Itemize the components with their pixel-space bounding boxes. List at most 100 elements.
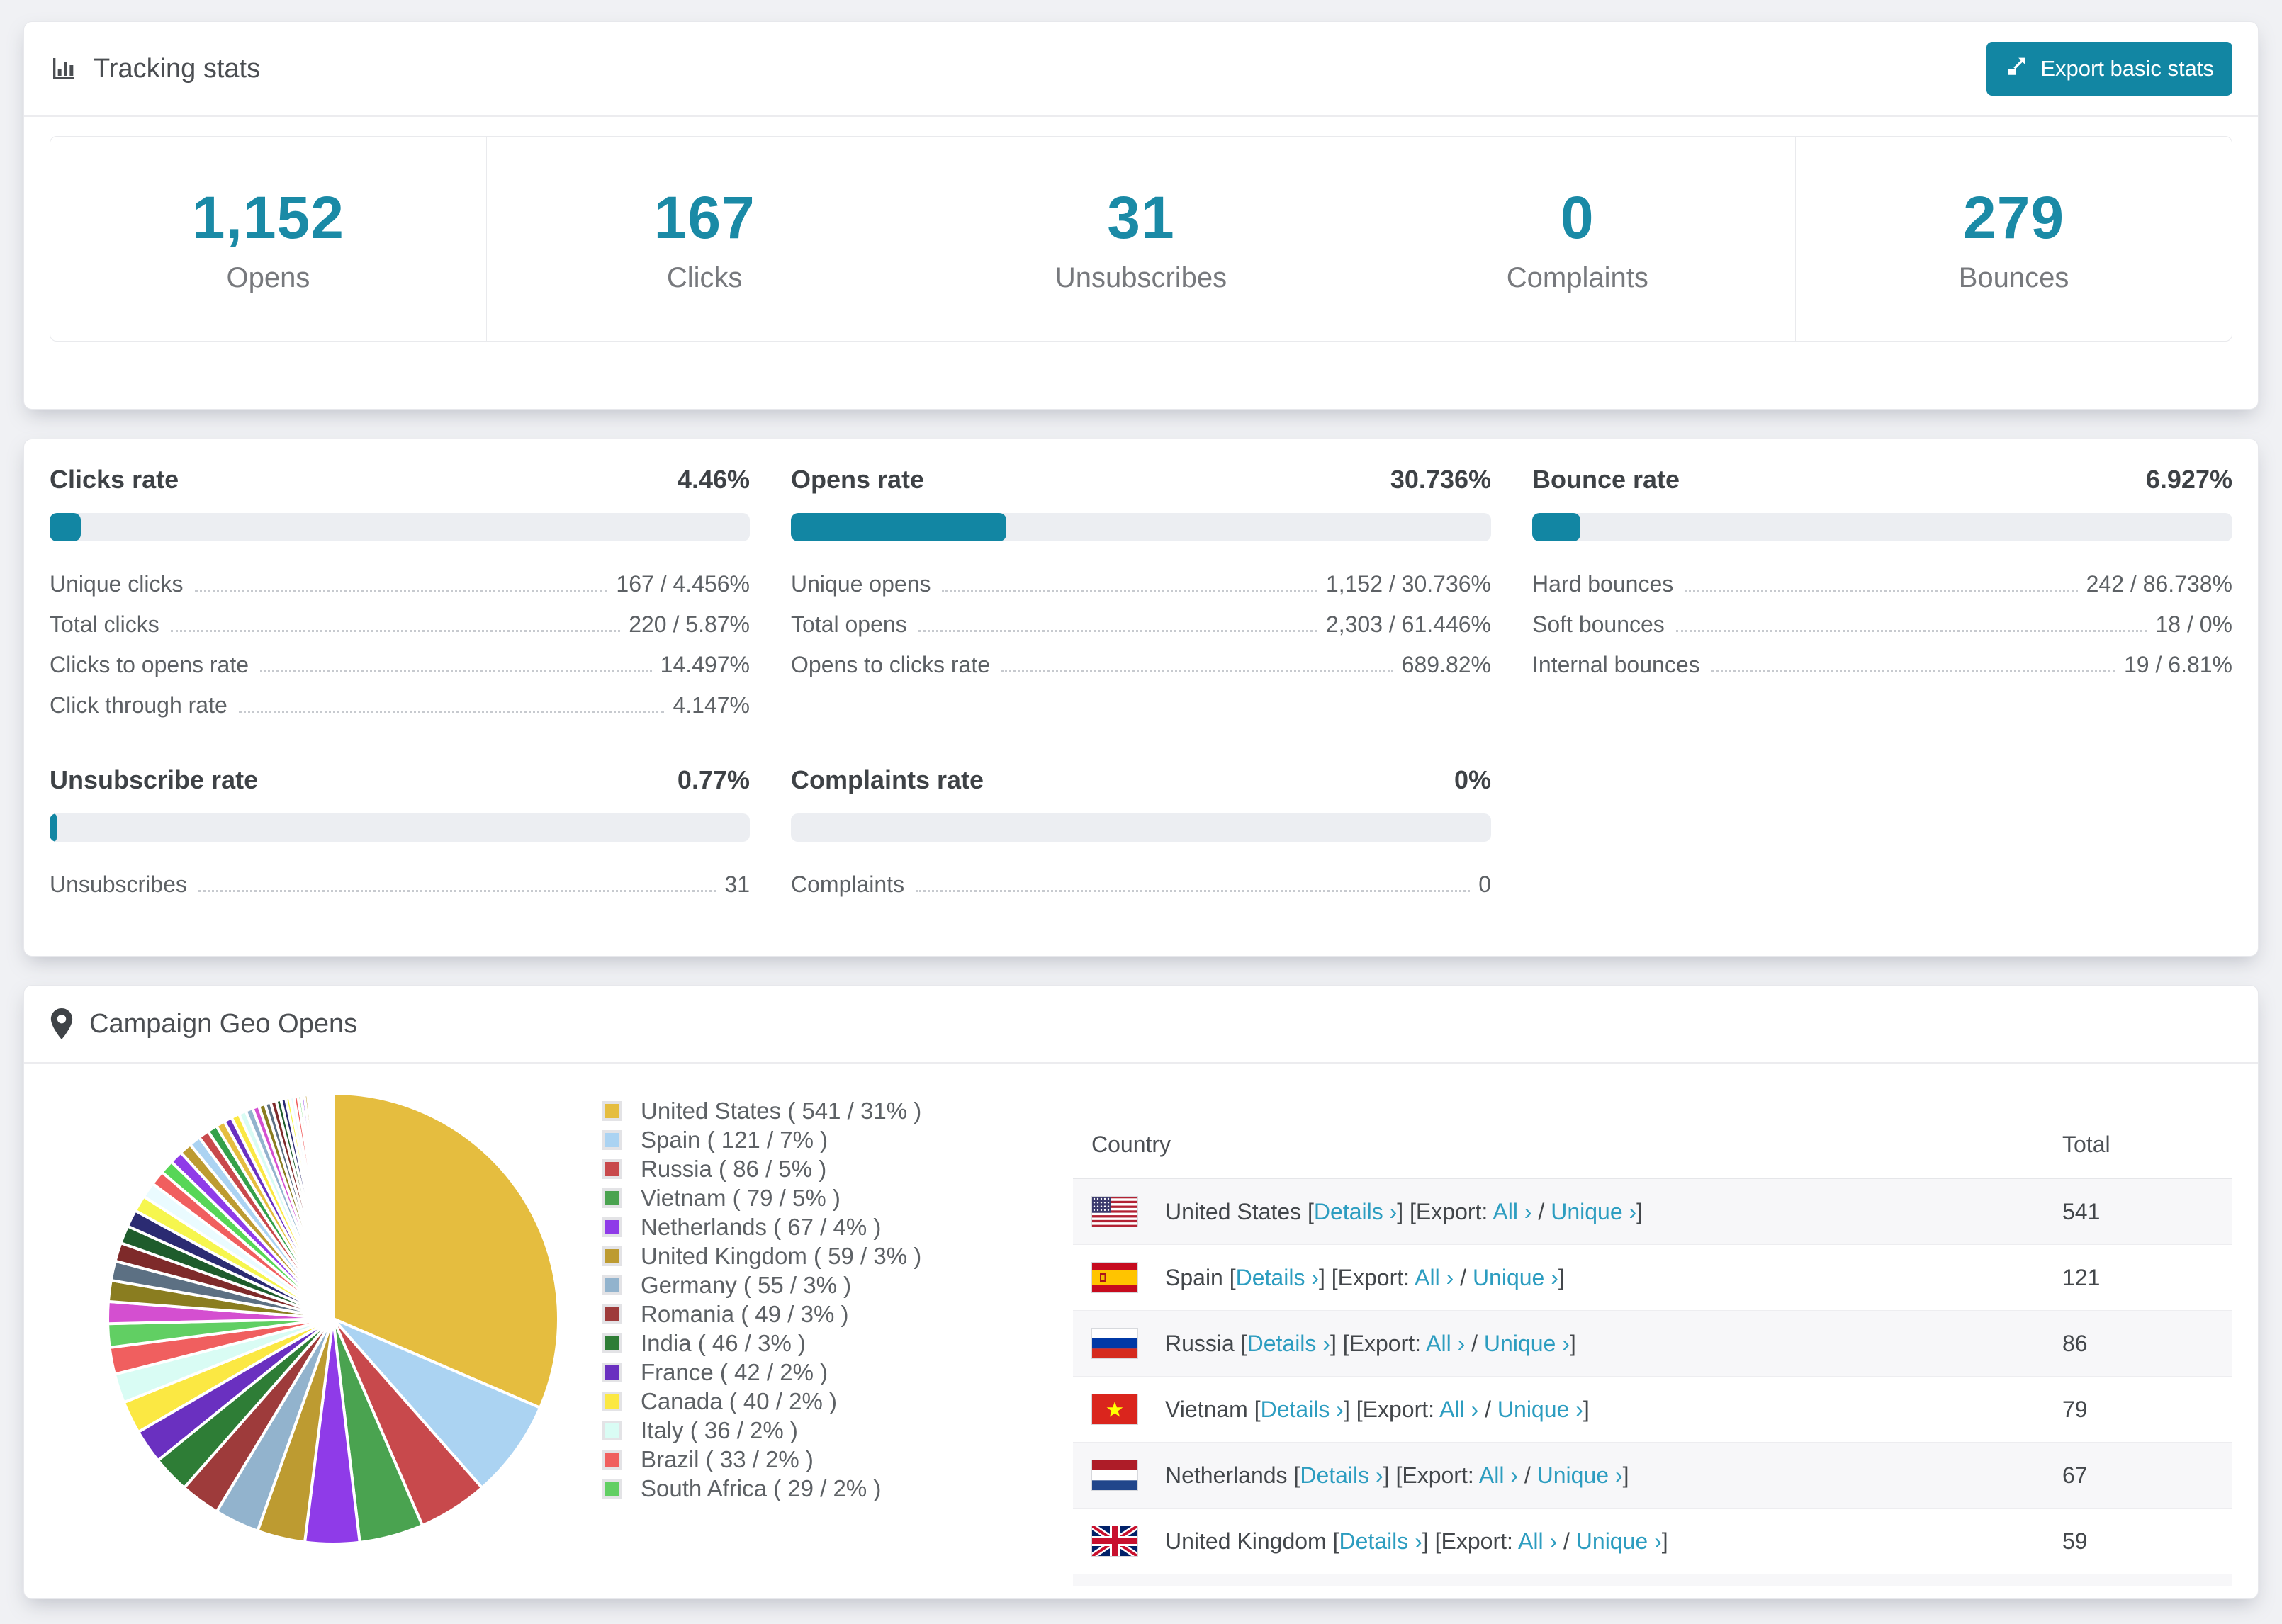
export-unique-link[interactable]: Unique › bbox=[1484, 1331, 1570, 1356]
legend-label: United States ( 541 / 31% ) bbox=[641, 1097, 922, 1124]
rate-head: Complaints rate 0% bbox=[791, 765, 1491, 795]
us-flag-icon bbox=[1091, 1196, 1138, 1227]
rate-detail-row: Unique opens 1,152 / 30.736% bbox=[791, 571, 1491, 611]
rate-detail-row: Unique clicks 167 / 4.456% bbox=[50, 571, 750, 611]
rate-detail-row: Total clicks 220 / 5.87% bbox=[50, 611, 750, 652]
stat-label: Unsubscribes bbox=[1055, 262, 1227, 293]
stat-card-bounces: 279 Bounces bbox=[1796, 137, 2232, 341]
export-all-link[interactable]: All › bbox=[1493, 1199, 1531, 1224]
rate-value: 30.736% bbox=[1390, 465, 1491, 494]
export-all-link[interactable]: All › bbox=[1415, 1265, 1454, 1290]
geo-row-text: Spain [Details ›] [Export: All › / Uniqu… bbox=[1165, 1264, 1565, 1290]
export-all-link[interactable]: All › bbox=[1479, 1462, 1518, 1488]
rate-detail-value: 0 bbox=[1478, 872, 1491, 897]
rate-title: Bounce rate bbox=[1532, 465, 1680, 494]
legend-label: Spain ( 121 / 7% ) bbox=[641, 1126, 828, 1153]
geo-pie-wrap bbox=[64, 1078, 602, 1586]
stat-cards-row: 1,152 Opens 167 Clicks 31 Unsubscribes 0 Compla… bbox=[50, 136, 2232, 342]
rate-block-complaints-rate: Complaints rate 0% Complaints 0 bbox=[791, 765, 1491, 912]
legend-item: Netherlands ( 67 / 4% ) bbox=[602, 1212, 1070, 1241]
rates-panel: Clicks rate 4.46% Unique clicks 167 / 4.456… bbox=[23, 439, 2259, 957]
dotted-leader bbox=[916, 890, 1471, 892]
geo-table-row-vn: Vietnam [Details ›] [Export: All › / Uni… bbox=[1073, 1377, 2232, 1443]
legend-label: Romania ( 49 / 3% ) bbox=[641, 1300, 849, 1327]
rate-progress-fill bbox=[1532, 513, 1581, 541]
legend-swatch bbox=[602, 1449, 622, 1470]
stat-value: 1,152 bbox=[191, 184, 344, 251]
legend-swatch bbox=[602, 1100, 622, 1121]
stat-card-clicks: 167 Clicks bbox=[487, 137, 923, 341]
dotted-leader bbox=[918, 630, 1317, 632]
export-basic-stats-button[interactable]: Export basic stats bbox=[1986, 42, 2232, 96]
geo-country-name: United Kingdom bbox=[1165, 1528, 1327, 1554]
legend-swatch bbox=[602, 1420, 622, 1440]
export-unique-link[interactable]: Unique › bbox=[1473, 1265, 1558, 1290]
rate-detail-label: Unsubscribes bbox=[50, 872, 187, 897]
export-unique-link[interactable]: Unique › bbox=[1576, 1528, 1662, 1554]
legend-label: Italy ( 36 / 2% ) bbox=[641, 1416, 798, 1443]
geo-country-name: Spain bbox=[1165, 1264, 1223, 1290]
rate-value: 0% bbox=[1454, 765, 1491, 794]
stat-label: Bounces bbox=[1958, 262, 2069, 293]
export-unique-link[interactable]: Unique › bbox=[1551, 1199, 1636, 1224]
geo-table-row-us: United States [Details ›] [Export: All ›… bbox=[1073, 1179, 2232, 1245]
details-link[interactable]: Details › bbox=[1339, 1528, 1422, 1554]
rate-detail-label: Total opens bbox=[791, 611, 907, 637]
details-link[interactable]: Details › bbox=[1261, 1397, 1344, 1422]
geo-pie-chart[interactable] bbox=[92, 1078, 574, 1560]
legend-item: Spain ( 121 / 7% ) bbox=[602, 1125, 1070, 1154]
geo-row-text: Netherlands [Details ›] [Export: All › /… bbox=[1165, 1462, 1629, 1488]
export-unique-link[interactable]: Unique › bbox=[1537, 1462, 1623, 1488]
vn-flag-icon bbox=[1091, 1394, 1138, 1425]
rate-detail-value: 242 / 86.738% bbox=[2086, 571, 2232, 597]
gb-flag-icon bbox=[1091, 1526, 1138, 1557]
dotted-leader bbox=[1001, 670, 1393, 672]
rate-detail-value: 14.497% bbox=[660, 652, 750, 677]
rate-detail-row: Soft bounces 18 / 0% bbox=[1532, 611, 2232, 652]
geo-table-row-ru: Russia [Details ›] [Export: All › / Uniq… bbox=[1073, 1311, 2232, 1377]
rate-block-clicks-rate: Clicks rate 4.46% Unique clicks 167 / 4.456… bbox=[50, 465, 750, 733]
map-pin-icon bbox=[50, 1008, 74, 1039]
geo-row-total: 121 bbox=[2062, 1264, 2101, 1290]
rate-block-unsubscribe-rate: Unsubscribe rate 0.77% Unsubscribes 31 bbox=[50, 765, 750, 912]
export-all-link[interactable]: All › bbox=[1439, 1397, 1478, 1422]
rate-detail-value: 2,303 / 61.446% bbox=[1325, 611, 1491, 637]
details-link[interactable]: Details › bbox=[1314, 1199, 1397, 1224]
rate-detail-value: 18 / 0% bbox=[2155, 611, 2232, 637]
rate-progress-track bbox=[1532, 513, 2232, 541]
details-link[interactable]: Details › bbox=[1300, 1462, 1383, 1488]
dotted-leader bbox=[1675, 630, 2147, 632]
rate-detail-value: 31 bbox=[724, 872, 750, 897]
export-unique-link[interactable]: Unique › bbox=[1497, 1397, 1583, 1422]
geo-title: Campaign Geo Opens bbox=[50, 1008, 357, 1039]
dotted-leader bbox=[238, 711, 665, 713]
rate-value: 0.77% bbox=[677, 765, 750, 794]
legend-swatch bbox=[602, 1333, 622, 1353]
rate-block-opens-rate: Opens rate 30.736% Unique opens 1,152 / 30.… bbox=[791, 465, 1491, 733]
rate-head: Unsubscribe rate 0.77% bbox=[50, 765, 750, 795]
legend-label: Vietnam ( 79 / 5% ) bbox=[641, 1184, 841, 1211]
rate-detail-value: 689.82% bbox=[1401, 652, 1491, 677]
legend-item: Russia ( 86 / 5% ) bbox=[602, 1154, 1070, 1183]
details-link[interactable]: Details › bbox=[1247, 1331, 1330, 1356]
bar-chart-icon bbox=[50, 55, 78, 83]
legend-label: Germany ( 55 / 3% ) bbox=[641, 1271, 852, 1298]
rate-detail-row: Internal bounces 19 / 6.81% bbox=[1532, 652, 2232, 692]
rate-detail-row: Unsubscribes 31 bbox=[50, 872, 750, 912]
geo-row-total: 67 bbox=[2062, 1462, 2088, 1488]
dotted-leader bbox=[170, 630, 621, 632]
legend-swatch bbox=[602, 1188, 622, 1208]
tracking-stats-panel: Tracking stats Export basic stats 1,152 O… bbox=[23, 21, 2259, 410]
rate-title: Complaints rate bbox=[791, 765, 984, 794]
rate-head: Opens rate 30.736% bbox=[791, 465, 1491, 495]
export-all-link[interactable]: All › bbox=[1518, 1528, 1557, 1554]
pie-slice-other[interactable] bbox=[330, 1091, 335, 1319]
geo-table-row-nl: Netherlands [Details ›] [Export: All › /… bbox=[1073, 1443, 2232, 1509]
rate-head: Clicks rate 4.46% bbox=[50, 465, 750, 495]
rate-value: 6.927% bbox=[2145, 465, 2232, 494]
legend-label: France ( 42 / 2% ) bbox=[641, 1358, 828, 1385]
export-all-link[interactable]: All › bbox=[1426, 1331, 1465, 1356]
details-link[interactable]: Details › bbox=[1236, 1265, 1319, 1290]
geo-country-name: Russia bbox=[1165, 1330, 1235, 1356]
legend-item: South Africa ( 29 / 2% ) bbox=[602, 1474, 1070, 1503]
